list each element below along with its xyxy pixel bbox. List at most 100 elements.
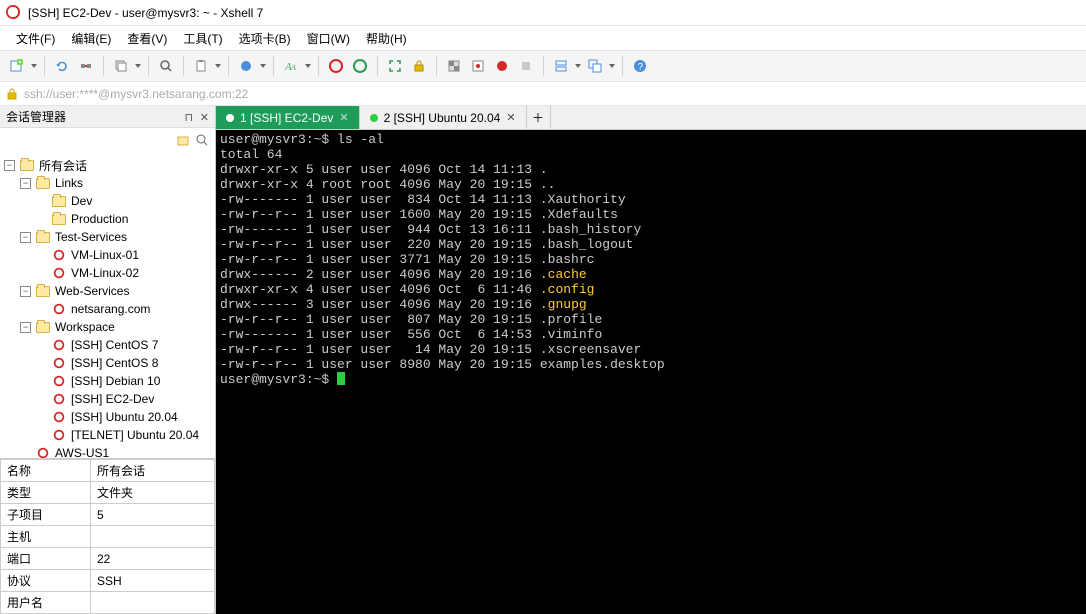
dir-name: .gnupg (540, 297, 587, 312)
stop-button[interactable] (515, 55, 537, 77)
prop-row-username: 用户名 (1, 592, 215, 614)
cascade-button[interactable] (584, 55, 606, 77)
separator (273, 56, 274, 76)
help-button[interactable]: ? (629, 55, 651, 77)
prop-row-type: 类型文件夹 (1, 482, 215, 504)
tree-test-services[interactable]: − Test-Services (0, 228, 215, 246)
copy-dropdown[interactable] (134, 64, 142, 68)
tree-telnet-ubuntu[interactable]: [TELNET] Ubuntu 20.04 (0, 426, 215, 444)
prop-row-port: 端口22 (1, 548, 215, 570)
expander-icon[interactable]: − (20, 322, 31, 333)
terminal-line: -rw-r--r-- 1 user user 8980 May 20 19:15… (220, 357, 665, 372)
tab-ec2-dev[interactable]: 1 [SSH] EC2-Dev ✕ (216, 106, 360, 129)
tree-vm-linux-01[interactable]: VM-Linux-01 (0, 246, 215, 264)
prop-row-name: 名称所有会话 (1, 460, 215, 482)
paste-dropdown[interactable] (214, 64, 222, 68)
cascade-dropdown[interactable] (608, 64, 616, 68)
expander-icon[interactable]: − (20, 286, 31, 297)
folder-icon (35, 319, 51, 335)
font-button[interactable]: AA (280, 55, 302, 77)
dir-name: .config (540, 282, 595, 297)
spacer (36, 250, 47, 261)
always-on-top-button[interactable] (467, 55, 489, 77)
font-dropdown[interactable] (304, 64, 312, 68)
node-label: VM-Linux-01 (71, 248, 139, 262)
new-session-button[interactable] (6, 55, 28, 77)
menu-help[interactable]: 帮助(H) (360, 28, 413, 49)
tree-web-services[interactable]: − Web-Services (0, 282, 215, 300)
menu-tools[interactable]: 工具(T) (177, 28, 228, 49)
xshell-button[interactable] (325, 55, 347, 77)
tree-aws-us1[interactable]: AWS-US1 (0, 444, 215, 458)
tree-centos7[interactable]: [SSH] CentOS 7 (0, 336, 215, 354)
transparency-button[interactable] (443, 55, 465, 77)
menu-window[interactable]: 窗口(W) (301, 28, 356, 49)
spacer (36, 358, 47, 369)
spacer (36, 340, 47, 351)
close-panel-icon[interactable]: ✕ (200, 112, 209, 124)
session-icon (51, 355, 67, 371)
tile-dropdown[interactable] (574, 64, 582, 68)
tree-netsarang[interactable]: netsarang.com (0, 300, 215, 318)
cursor (337, 372, 345, 385)
new-folder-icon[interactable] (177, 133, 191, 147)
terminal-line-pre: drwx------ 3 user user 4096 May 20 19:16 (220, 297, 540, 312)
close-tab-icon[interactable]: ✕ (506, 111, 515, 124)
tree-centos8[interactable]: [SSH] CentOS 8 (0, 354, 215, 372)
separator (228, 56, 229, 76)
terminal-line: total 64 (220, 147, 282, 162)
close-tab-icon[interactable]: ✕ (339, 111, 348, 124)
menu-file[interactable]: 文件(F) (10, 28, 61, 49)
terminal[interactable]: user@mysvr3:~$ ls -al total 64 drwxr-xr-… (216, 130, 1086, 614)
tree-ec2-dev[interactable]: [SSH] EC2-Dev (0, 390, 215, 408)
paste-button[interactable] (190, 55, 212, 77)
node-label: Test-Services (55, 230, 127, 244)
fullscreen-button[interactable] (384, 55, 406, 77)
tree-root[interactable]: − 所有会话 (0, 156, 215, 174)
prop-label: 主机 (1, 526, 91, 548)
folder-icon (35, 175, 51, 191)
expander-icon[interactable]: − (20, 178, 31, 189)
terminal-line: -rw-r--r-- 1 user user 14 May 20 19:15 .… (220, 342, 641, 357)
session-tree[interactable]: − 所有会话 − Links Dev Production − (0, 152, 215, 458)
copy-button[interactable] (110, 55, 132, 77)
expander-icon[interactable]: − (20, 232, 31, 243)
tab-ubuntu2004[interactable]: 2 [SSH] Ubuntu 20.04 ✕ (360, 106, 527, 129)
node-label: [SSH] CentOS 7 (71, 338, 158, 352)
color-button[interactable] (235, 55, 257, 77)
prop-label: 端口 (1, 548, 91, 570)
record-button[interactable] (491, 55, 513, 77)
disconnect-button[interactable] (75, 55, 97, 77)
lock-button[interactable] (408, 55, 430, 77)
session-manager-panel: 会话管理器 ⊓ ✕ − 所有会话 − Links (0, 106, 216, 614)
tab-strip: 1 [SSH] EC2-Dev ✕ 2 [SSH] Ubuntu 20.04 ✕… (216, 106, 1086, 130)
tile-horizontal-button[interactable] (550, 55, 572, 77)
pin-icon[interactable]: ⊓ (185, 112, 194, 124)
tree-vm-linux-02[interactable]: VM-Linux-02 (0, 264, 215, 282)
menu-edit[interactable]: 编辑(E) (65, 28, 117, 49)
tree-ubuntu2004[interactable]: [SSH] Ubuntu 20.04 (0, 408, 215, 426)
tree-links[interactable]: − Links (0, 174, 215, 192)
expander-icon[interactable]: − (4, 160, 15, 171)
prop-row-protocol: 协议SSH (1, 570, 215, 592)
tree-production[interactable]: Production (0, 210, 215, 228)
color-dropdown[interactable] (259, 64, 267, 68)
tree-debian10[interactable]: [SSH] Debian 10 (0, 372, 215, 390)
menu-view[interactable]: 查看(V) (121, 28, 173, 49)
tree-workspace[interactable]: − Workspace (0, 318, 215, 336)
xftp-button[interactable] (349, 55, 371, 77)
new-session-dropdown[interactable] (30, 64, 38, 68)
find-button[interactable] (155, 55, 177, 77)
add-tab-button[interactable]: ＋ (527, 106, 551, 129)
address-bar[interactable]: ssh://user:****@mysvr3.netsarang.com:22 (0, 82, 1086, 106)
terminal-line: -rw-r--r-- 1 user user 807 May 20 19:15 … (220, 312, 602, 327)
terminal-line: drwxr-xr-x 4 root root 4096 May 20 19:15… (220, 177, 555, 192)
session-icon (35, 445, 51, 458)
reconnect-button[interactable] (51, 55, 73, 77)
folder-icon (19, 157, 35, 173)
tree-dev[interactable]: Dev (0, 192, 215, 210)
filter-icon[interactable] (195, 133, 209, 147)
separator (44, 56, 45, 76)
menu-tab[interactable]: 选项卡(B) (233, 28, 297, 49)
prop-value: 5 (91, 504, 215, 526)
